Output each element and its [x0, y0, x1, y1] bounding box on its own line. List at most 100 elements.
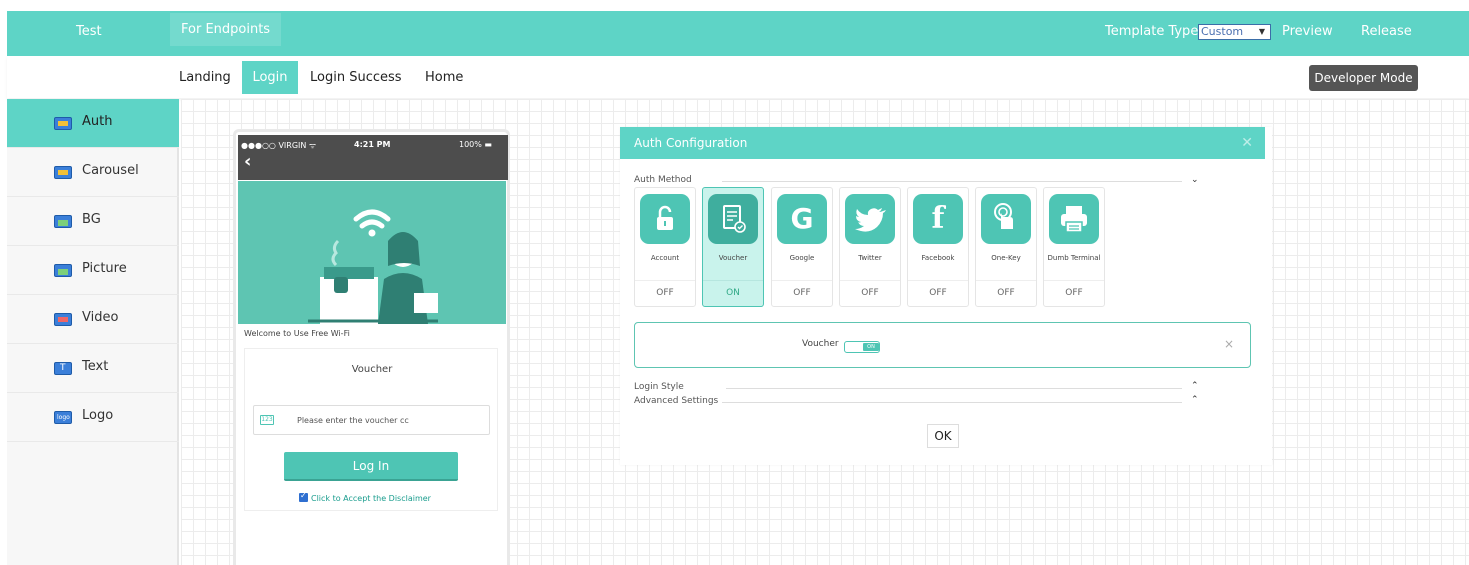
- panel-title: Auth Configuration: [634, 136, 748, 150]
- sidebar-item-label: Picture: [82, 261, 127, 276]
- auth-method-label: Dumb Terminal: [1047, 254, 1101, 262]
- auth-method-voucher[interactable]: Voucher ON: [702, 187, 764, 307]
- template-type-value: Custom: [1201, 25, 1244, 38]
- auth-method-facebook[interactable]: f Facebook OFF: [907, 187, 969, 307]
- battery-text: 100% ▬: [459, 140, 492, 149]
- top-bar: Test For Endpoints Template Type Custom …: [7, 11, 1469, 56]
- ok-button[interactable]: OK: [927, 424, 959, 448]
- auth-method-state: OFF: [840, 280, 900, 306]
- component-sidebar: Auth Carousel BG Picture Video Text Logo: [7, 99, 179, 565]
- divider: [726, 388, 1182, 389]
- auth-method-one-key[interactable]: One-Key OFF: [975, 187, 1037, 307]
- template-type-label: Template Type: [1105, 24, 1199, 39]
- auth-method-twitter[interactable]: Twitter OFF: [839, 187, 901, 307]
- auth-method-label: Twitter: [858, 254, 882, 262]
- background-image-icon: [54, 215, 72, 228]
- clock-text: 4:21 PM: [354, 140, 391, 149]
- login-style-section-header[interactable]: Login Style ⌃: [634, 381, 1199, 392]
- close-icon[interactable]: ✕: [1241, 127, 1253, 159]
- logo-icon: [54, 411, 72, 424]
- sidebar-item-label: Auth: [82, 114, 113, 129]
- phone-preview: ●●●○○ VIRGIN ᯤ 4:21 PM 100% ▬ ‹ Welcome …: [233, 129, 510, 565]
- voucher-login-card: Voucher 123 Please enter the voucher cc …: [244, 348, 498, 511]
- advanced-settings-section-header[interactable]: Advanced Settings ⌃: [634, 395, 1199, 406]
- carrier-text: ●●●○○ VIRGIN ᯤ: [241, 141, 317, 150]
- phone-status-bar: ●●●○○ VIRGIN ᯤ 4:21 PM 100% ▬ ‹: [238, 135, 508, 180]
- divider: [722, 402, 1182, 403]
- auth-method-label: Auth Method: [634, 175, 692, 185]
- auth-method-label: Account: [650, 254, 680, 262]
- auth-icon: [54, 117, 72, 130]
- panel-header: Auth Configuration ✕: [620, 127, 1265, 159]
- voucher-input[interactable]: 123 Please enter the voucher cc: [253, 405, 490, 435]
- auth-method-state: OFF: [908, 280, 968, 306]
- voucher-toggle[interactable]: ON: [844, 341, 880, 353]
- tab-login-success[interactable]: Login Success: [304, 61, 408, 94]
- text-icon: [54, 362, 72, 375]
- twitter-icon: [845, 194, 895, 244]
- auth-method-google[interactable]: G Google OFF: [771, 187, 833, 307]
- voucher-card-title: Voucher: [351, 364, 393, 375]
- release-link[interactable]: Release: [1361, 24, 1412, 39]
- sidebar-item-auth[interactable]: Auth: [7, 99, 179, 148]
- tab-landing[interactable]: Landing: [173, 61, 237, 94]
- welcome-text: Welcome to Use Free Wi-Fi: [244, 329, 350, 338]
- auth-method-label: Google: [789, 254, 815, 262]
- printer-icon: [1049, 194, 1099, 244]
- tab-home[interactable]: Home: [419, 61, 469, 94]
- auth-method-account[interactable]: Account OFF: [634, 187, 696, 307]
- auth-method-label: Voucher: [718, 254, 748, 262]
- auth-method-section-header[interactable]: Auth Method ⌄: [634, 175, 1199, 185]
- picture-icon: [54, 264, 72, 277]
- disclaimer-link[interactable]: Click to Accept the Disclaimer: [311, 494, 431, 503]
- voucher-settings-row: Voucher ON ×: [634, 322, 1251, 368]
- developer-mode-button[interactable]: Developer Mode: [1309, 65, 1418, 91]
- preview-link[interactable]: Preview: [1282, 24, 1333, 39]
- close-icon[interactable]: ×: [1224, 337, 1234, 351]
- voucher-code-icon: 123: [260, 415, 274, 425]
- advanced-settings-label: Advanced Settings: [634, 396, 719, 406]
- auth-method-label: Facebook: [921, 254, 955, 262]
- disclaimer-checkbox-row[interactable]: Click to Accept the Disclaimer: [299, 491, 431, 503]
- voucher-input-placeholder: Please enter the voucher cc: [297, 416, 409, 425]
- sidebar-item-label: Carousel: [82, 163, 139, 178]
- sidebar-item-text[interactable]: Text: [7, 344, 179, 393]
- tab-login[interactable]: Login: [242, 61, 298, 94]
- toggle-state: ON: [863, 343, 879, 351]
- voucher-icon: [708, 194, 758, 244]
- voucher-toggle-label: Voucher: [802, 339, 839, 349]
- chevron-up-icon[interactable]: ⌃: [1191, 395, 1199, 405]
- auth-method-state: ON: [703, 280, 763, 306]
- sidebar-item-label: Video: [82, 310, 119, 325]
- tab-test[interactable]: Test: [65, 11, 113, 56]
- one-key-icon: [981, 194, 1031, 244]
- auth-method-state: OFF: [635, 280, 695, 306]
- sidebar-item-carousel[interactable]: Carousel: [7, 148, 179, 197]
- tab-for-endpoints[interactable]: For Endpoints: [170, 13, 282, 46]
- auth-method-state: OFF: [772, 280, 832, 306]
- chevron-down-icon[interactable]: ⌄: [1191, 175, 1199, 185]
- sidebar-item-video[interactable]: Video: [7, 295, 179, 344]
- checkbox-checked-icon[interactable]: [299, 491, 308, 502]
- template-type-select[interactable]: Custom ▼: [1198, 24, 1271, 40]
- auth-method-state: OFF: [1044, 280, 1104, 306]
- facebook-icon: f: [913, 194, 963, 244]
- video-icon: [54, 313, 72, 326]
- auth-method-label: One-Key: [991, 254, 1021, 262]
- page-tabs-bar: Landing Login Login Success Home Develop…: [7, 56, 1469, 98]
- auth-configuration-panel: Auth Configuration ✕ Auth Method ⌄ Accou…: [620, 127, 1272, 465]
- back-chevron-icon[interactable]: ‹: [244, 152, 251, 172]
- auth-method-dumb-terminal[interactable]: Dumb Terminal OFF: [1043, 187, 1105, 307]
- google-icon: G: [777, 194, 827, 244]
- sidebar-item-label: BG: [82, 212, 101, 227]
- sidebar-item-picture[interactable]: Picture: [7, 246, 179, 295]
- divider: [722, 181, 1182, 182]
- sidebar-item-label: Text: [82, 359, 109, 374]
- sidebar-item-bg[interactable]: BG: [7, 197, 179, 246]
- chevron-up-icon[interactable]: ⌃: [1191, 381, 1199, 391]
- sidebar-item-logo[interactable]: Logo: [7, 393, 179, 442]
- auth-method-state: OFF: [976, 280, 1036, 306]
- login-style-label: Login Style: [634, 382, 684, 392]
- log-in-button[interactable]: Log In: [284, 452, 458, 481]
- carousel-icon: [54, 166, 72, 179]
